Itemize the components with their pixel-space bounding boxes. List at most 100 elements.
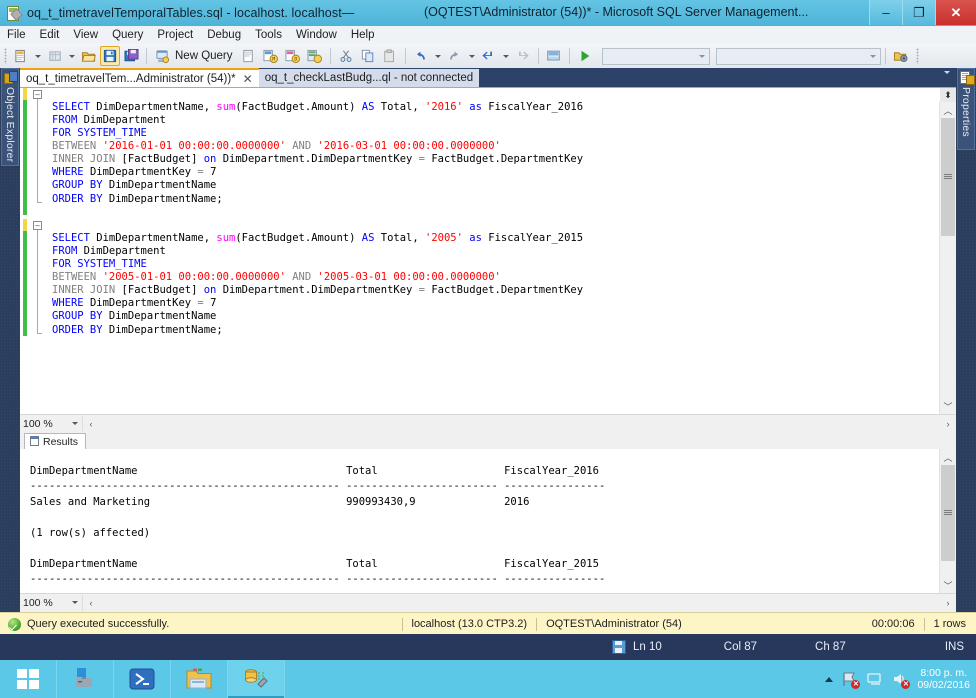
tab-check-last-budget[interactable]: oq_t_checkLastBudg...ql - not connected [258,69,480,87]
show-hidden-icons-icon[interactable] [825,676,834,682]
open-file-icon[interactable] [78,46,100,66]
minimize-button[interactable]: – [869,0,902,25]
scroll-down-icon[interactable]: ﹀ [940,398,956,414]
scroll-left-icon[interactable]: ‹ [83,416,99,432]
editor-horizontal-scrollbar[interactable]: ‹ › [82,415,956,432]
menu-window[interactable]: Window [289,28,344,42]
redo-icon[interactable] [444,46,466,66]
toolbar-grip[interactable] [4,48,7,64]
menu-project[interactable]: Project [150,28,200,42]
taskbar-ssms[interactable] [228,660,285,698]
menu-file[interactable]: File [0,28,33,42]
menu-query[interactable]: Query [105,28,150,42]
results-text-body[interactable]: DimDepartmentName Total FiscalYear_2016 … [20,449,940,593]
sql-code-block-1[interactable]: SELECT DimDepartmentName, sum(FactBudget… [52,101,583,206]
collapse-toggle-icon[interactable]: – [33,221,42,230]
chevron-down-icon[interactable] [944,71,950,74]
chevron-down-icon[interactable] [72,601,78,604]
menu-view[interactable]: View [66,28,105,42]
redo-dropdown-icon[interactable] [468,54,475,58]
results-vertical-scrollbar[interactable]: ︿ ﹀ [939,449,956,593]
code-token: = [418,153,432,166]
new-project-icon[interactable] [44,46,66,66]
status-bar: Query executed successfully. localhost (… [0,612,976,635]
insert-mode[interactable]: INS [945,641,964,653]
scroll-up-icon[interactable]: ︿ [940,449,956,465]
navigate-back-dropdown-icon[interactable] [502,54,509,58]
results-horizontal-scrollbar[interactable]: ‹ › [82,594,956,611]
undo-icon[interactable] [410,46,432,66]
copy-icon[interactable] [357,46,379,66]
scroll-right-icon[interactable]: › [940,595,956,611]
new-query-label[interactable]: New Query [173,50,238,62]
chevron-down-icon[interactable] [698,54,705,58]
save-button[interactable] [100,46,120,66]
menu-help[interactable]: Help [344,28,382,42]
tab-results[interactable]: Results [24,433,87,449]
editor-split-handle[interactable]: ⬍ [940,88,956,103]
menu-tools[interactable]: Tools [248,28,289,42]
code-token: '2016-03-01 00:00:00.0000000' [317,139,501,152]
scroll-down-icon[interactable]: ﹀ [940,577,956,593]
taskbar-powershell[interactable] [114,660,171,698]
network-icon[interactable]: ✕ [842,671,861,689]
new-db-query-icon[interactable] [238,46,260,66]
paste-icon[interactable] [379,46,401,66]
save-all-icon[interactable] [120,46,142,66]
toolbar-overflow-grip[interactable] [915,48,919,64]
chevron-down-icon[interactable] [869,54,876,58]
server-combo[interactable] [601,47,710,65]
sidebar-item-object-explorer[interactable]: Object Explorer [1,68,19,166]
results-zoom-combo[interactable]: 100 % [20,594,82,611]
editor-scroll-thumb[interactable] [941,118,955,236]
taskbar-file-explorer[interactable] [171,660,228,698]
code-token: [FactBudget] [121,284,204,297]
menu-debug[interactable]: Debug [200,28,248,42]
scroll-right-icon[interactable]: › [940,416,956,432]
code-token: = [197,297,211,310]
collapse-toggle-icon[interactable]: – [33,90,42,99]
start-button[interactable] [0,660,57,698]
results-hscroll-track[interactable] [99,594,940,611]
toolbox-icon[interactable] [543,46,565,66]
open-folder-icon[interactable] [890,46,912,66]
sql-code-block-2[interactable]: SELECT DimDepartmentName, sum(FactBudget… [52,232,583,337]
editor-vertical-scrollbar[interactable]: ︿ ﹀ [939,102,956,414]
clock[interactable]: 8:00 p. m. 09/02/2016 [917,667,970,691]
scroll-up-icon[interactable]: ︿ [940,102,956,118]
results-scroll-thumb[interactable] [941,465,955,561]
scroll-left-icon[interactable]: ‹ [83,595,99,611]
new-item-dropdown-icon[interactable] [35,54,41,58]
action-center-icon[interactable] [867,671,883,687]
navigate-forward-icon[interactable] [512,46,534,66]
new-dmx-query-icon[interactable]: D [282,46,304,66]
close-icon[interactable]: ✕ [243,73,253,85]
navigate-back-icon[interactable] [478,46,500,66]
volume-muted-icon[interactable]: ✕ [892,671,911,689]
status-server[interactable]: localhost (13.0 CTP3.2) [412,618,528,630]
editor-zoom-combo[interactable]: 100 % [20,415,82,432]
undo-dropdown-icon[interactable] [434,54,441,58]
chevron-down-icon[interactable] [72,422,78,425]
cut-icon[interactable] [335,46,357,66]
execute-icon[interactable] [574,46,596,66]
code-token: = [197,166,211,179]
new-mdx-query-icon[interactable]: M [260,46,282,66]
new-project-dropdown-icon[interactable] [69,54,75,58]
tab-timetravel-temporal-tables[interactable]: oq_t_timetravelTem...Administrator (54))… [20,68,259,87]
outlining-margin[interactable]: – – [29,88,47,414]
maximize-button[interactable]: ❐ [902,0,935,25]
close-button[interactable]: ✕ [935,0,976,25]
new-item-icon[interactable] [10,46,32,66]
new-xmla-query-icon[interactable] [304,46,326,66]
code-token: DimDepartmentKey [89,297,198,310]
system-tray: ✕ ✕ 8:00 p. m. 09/02/2016 [825,660,976,698]
sidebar-item-properties[interactable]: Properties [957,68,975,150]
new-query-icon[interactable] [151,46,173,66]
menu-edit[interactable]: Edit [33,28,67,42]
taskbar-server-manager[interactable] [57,660,114,698]
editor-hscroll-track[interactable] [99,415,940,432]
sql-editor[interactable]: – – SELECT DimDepartmentName, sum(FactBu… [20,87,956,414]
status-user[interactable]: OQTEST\Administrator (54) [546,618,682,630]
database-combo[interactable] [715,47,881,65]
